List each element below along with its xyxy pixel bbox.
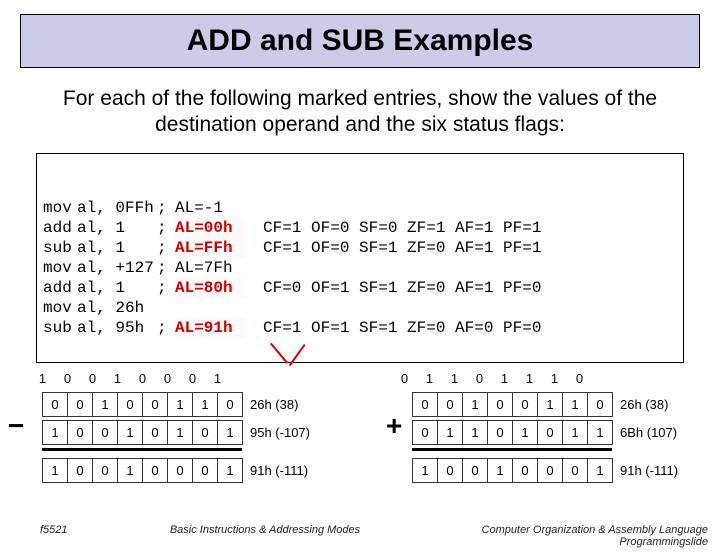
bit-cell: 0 — [68, 393, 93, 417]
bit-cell: 0 — [538, 459, 563, 483]
right-divider — [412, 448, 612, 451]
bit-cell: 0 — [68, 421, 93, 445]
bit-cell: 0 — [467, 366, 492, 390]
bit-cell: 0 — [538, 421, 563, 445]
bit-cell: 1 — [492, 366, 517, 390]
right-carry-bits: 01101110 — [392, 366, 592, 390]
code-row: moval, +127;AL=7Fh — [43, 258, 677, 278]
bit-cell: 0 — [55, 366, 80, 390]
bit-cell: 1 — [442, 366, 467, 390]
bit-cell: 1 — [463, 421, 488, 445]
bit-cell: 0 — [143, 459, 168, 483]
left-row2: 10010101 — [42, 420, 243, 445]
bit-cell: 0 — [180, 366, 205, 390]
left-row1: 00100110 — [42, 392, 243, 417]
bit-cell: 0 — [413, 393, 438, 417]
bit-cell: 0 — [143, 393, 168, 417]
bit-cell: 1 — [93, 393, 118, 417]
bit-cell: 1 — [118, 421, 143, 445]
right-row1: 00100110 — [412, 392, 613, 417]
bit-cell: 0 — [168, 459, 193, 483]
bit-cell: 0 — [413, 421, 438, 445]
plus-sign: + — [386, 410, 402, 442]
left-borrow-bits: 10010001 — [30, 366, 230, 390]
right-row3-label: 91h (-111) — [620, 463, 678, 478]
bit-cell: 0 — [218, 393, 243, 417]
code-row: addal, 1;AL=00hCF=1 OF=0 SF=0 ZF=1 AF=1 … — [43, 218, 677, 238]
code-row: subal, 95h;AL=91hCF=1 OF=1 SF=1 ZF=0 AF=… — [43, 318, 677, 338]
bit-cell: 0 — [438, 393, 463, 417]
bit-cell: 1 — [43, 459, 68, 483]
right-row3: 10010001 — [412, 458, 613, 483]
bit-cell: 0 — [93, 421, 118, 445]
left-row3: 10010001 — [42, 458, 243, 483]
bit-cell: 0 — [513, 393, 538, 417]
bit-cell: 1 — [563, 393, 588, 417]
bit-cell: 1 — [517, 366, 542, 390]
bit-cell: 0 — [463, 459, 488, 483]
left-divider — [42, 448, 242, 451]
bit-cell: 0 — [193, 421, 218, 445]
bit-cell: 0 — [80, 366, 105, 390]
right-row2: 01101011 — [412, 420, 613, 445]
bit-cell: 0 — [155, 366, 180, 390]
bit-cell: 1 — [538, 393, 563, 417]
slide-title: ADD and SUB Examples — [187, 24, 534, 58]
slide-title-band: ADD and SUB Examples — [20, 14, 700, 68]
bit-cell: 0 — [488, 421, 513, 445]
left-row1-label: 26h (38) — [250, 397, 298, 412]
bit-cell: 1 — [438, 421, 463, 445]
bit-cell: 0 — [513, 459, 538, 483]
code-row: addal, 1;AL=80hCF=0 OF=1 SF=1 ZF=0 AF=1 … — [43, 278, 677, 298]
code-row: subal, 1;AL=FFhCF=1 OF=0 SF=1 ZF=0 AF=1 … — [43, 238, 677, 258]
bit-cell: 1 — [563, 421, 588, 445]
bit-cell: 0 — [93, 459, 118, 483]
minus-sign: − — [8, 410, 24, 442]
bit-cell: 1 — [413, 459, 438, 483]
left-row2-label: 95h (-107) — [250, 425, 310, 440]
bit-cell: 1 — [105, 366, 130, 390]
intro-text: For each of the following marked entries… — [44, 86, 676, 139]
right-row2-label: 6Bh (107) — [620, 425, 677, 440]
bit-cell: 1 — [218, 459, 243, 483]
bit-cell: 1 — [588, 459, 613, 483]
bit-cell: 1 — [513, 421, 538, 445]
footer-right: Computer Organization & Assembly Languag… — [430, 524, 720, 548]
left-row3-label: 91h (-111) — [250, 463, 308, 478]
bit-cell: 1 — [542, 366, 567, 390]
bit-cell: 0 — [130, 366, 155, 390]
bit-area: 10010001 − 00100110 26h (38) 10010101 95… — [34, 366, 690, 516]
bit-cell: 1 — [30, 366, 55, 390]
bit-cell: 0 — [488, 393, 513, 417]
bit-cell: 0 — [143, 421, 168, 445]
bit-cell: 1 — [588, 421, 613, 445]
bit-cell: 1 — [463, 393, 488, 417]
bit-cell: 0 — [43, 393, 68, 417]
bit-cell: 1 — [168, 421, 193, 445]
footer: f5521 Basic Instructions & Addressing Mo… — [0, 524, 720, 548]
right-row1-label: 26h (38) — [620, 397, 668, 412]
bit-cell: 0 — [193, 459, 218, 483]
bit-cell: 1 — [118, 459, 143, 483]
bit-cell: 1 — [205, 366, 230, 390]
bit-cell: 1 — [488, 459, 513, 483]
code-row: moval, 26h — [43, 298, 677, 318]
bit-cell: 1 — [168, 393, 193, 417]
bit-cell: 0 — [438, 459, 463, 483]
bit-cell: 0 — [563, 459, 588, 483]
bit-cell: 1 — [417, 366, 442, 390]
bit-cell: 0 — [392, 366, 417, 390]
bit-cell: 0 — [118, 393, 143, 417]
bit-cell: 0 — [588, 393, 613, 417]
bit-cell: 1 — [43, 421, 68, 445]
code-row: moval, 0FFh;AL=-1 — [43, 198, 677, 218]
bit-cell: 1 — [193, 393, 218, 417]
footer-center: Basic Instructions & Addressing Modes — [100, 524, 430, 548]
footer-left: f5521 — [0, 524, 100, 548]
bit-cell: 1 — [218, 421, 243, 445]
bit-cell: 0 — [567, 366, 592, 390]
code-box: moval, 0FFh;AL=-1addal, 1;AL=00hCF=1 OF=… — [36, 153, 684, 363]
bit-cell: 0 — [68, 459, 93, 483]
